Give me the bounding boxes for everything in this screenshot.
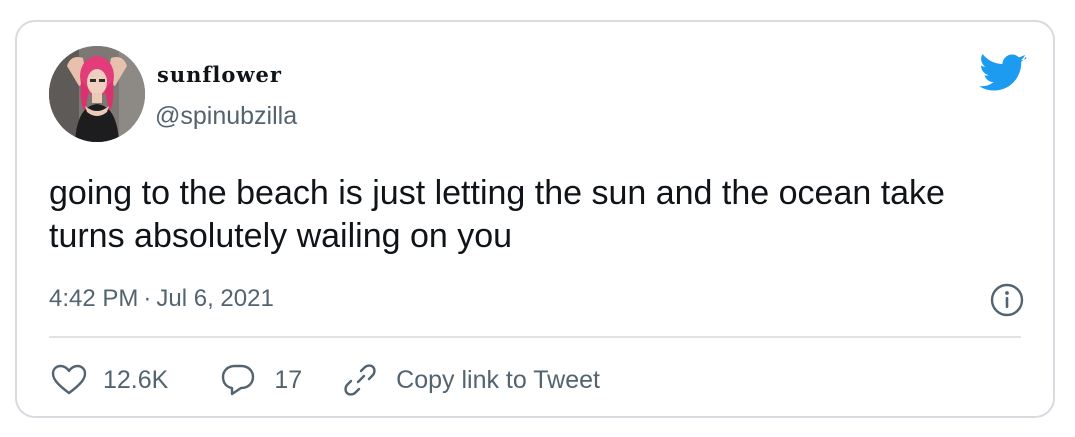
tweet-time: 4:42 PM (49, 285, 139, 312)
tweet-timestamp[interactable]: 4:42 PM · Jul 6, 2021 (49, 285, 274, 313)
tweet-date: Jul 6, 2021 (156, 285, 274, 312)
info-icon[interactable] (989, 282, 1025, 318)
display-name[interactable]: sunflower (157, 62, 282, 87)
user-handle[interactable]: @spinubzilla (155, 102, 297, 131)
divider (49, 336, 1021, 338)
reply-count: 17 (274, 365, 303, 394)
reply-button[interactable]: 17 (220, 363, 302, 397)
tweet-card: sunflower @spinubzilla going to the beac… (15, 20, 1055, 418)
avatar[interactable] (49, 46, 145, 142)
tweet-text: going to the beach is just letting the s… (49, 174, 945, 255)
heart-icon (51, 364, 87, 395)
like-button[interactable]: 12.6K (51, 364, 168, 396)
speech-bubble-icon (222, 364, 255, 396)
copy-link-button[interactable]: Copy link to Tweet (342, 362, 600, 398)
copy-link-label: Copy link to Tweet (396, 365, 600, 394)
avatar-image (49, 46, 145, 142)
link-icon (344, 364, 376, 396)
action-bar: 12.6K 17 Copy link to Tweet (51, 358, 600, 402)
like-count: 12.6K (103, 365, 169, 394)
meta-separator: · (143, 285, 152, 312)
twitter-bird-icon[interactable] (979, 52, 1027, 92)
